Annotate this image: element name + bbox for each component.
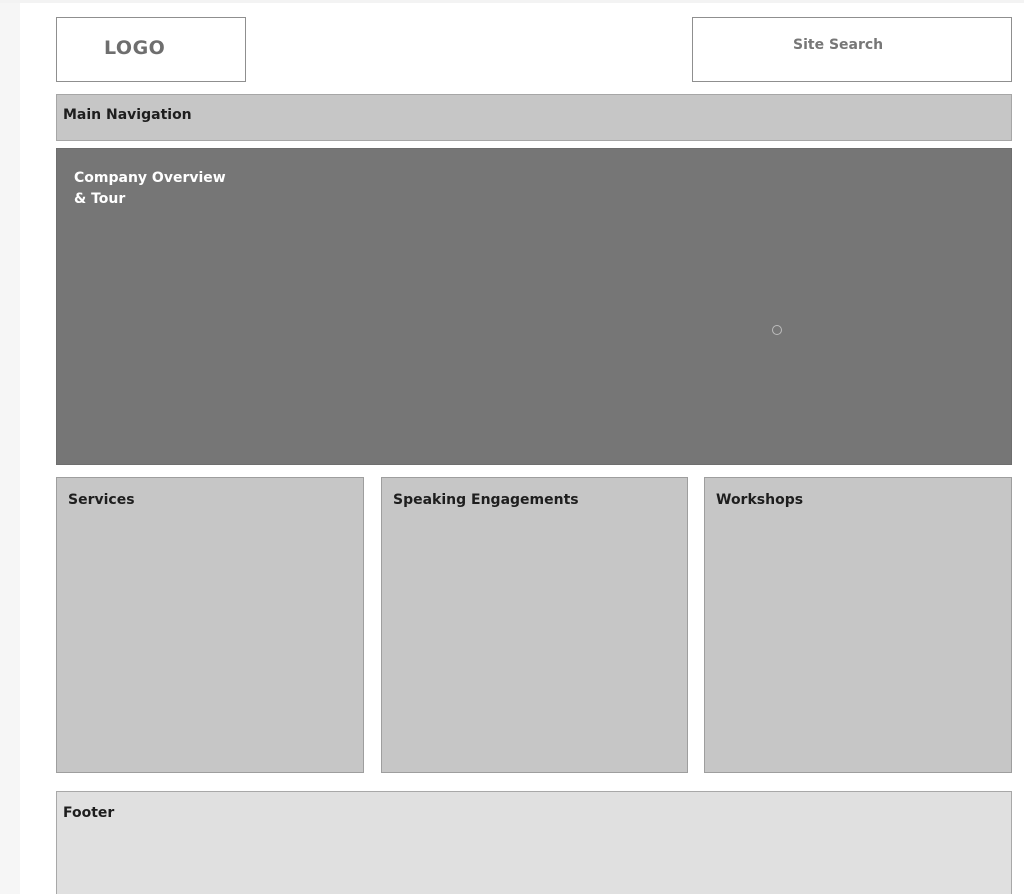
media-indicator-icon bbox=[772, 325, 782, 335]
logo-label: LOGO bbox=[104, 37, 166, 59]
speaking-engagements-panel[interactable]: Speaking Engagements bbox=[381, 477, 688, 773]
site-search-box[interactable]: Site Search bbox=[692, 17, 1012, 82]
left-margin-strip bbox=[0, 0, 20, 894]
hero-title-line-1: Company Overview bbox=[74, 170, 226, 186]
company-overview-hero[interactable]: Company Overview & Tour bbox=[56, 148, 1012, 465]
site-search-label: Site Search bbox=[793, 37, 884, 53]
speaking-engagements-title: Speaking Engagements bbox=[393, 492, 579, 508]
hero-title: Company Overview & Tour bbox=[74, 168, 226, 210]
wireframe-page: LOGO Site Search Main Navigation Company… bbox=[0, 0, 1024, 894]
logo-placeholder[interactable]: LOGO bbox=[56, 17, 246, 82]
workshops-title: Workshops bbox=[716, 492, 804, 508]
workshops-panel[interactable]: Workshops bbox=[704, 477, 1012, 773]
main-navigation-bar[interactable]: Main Navigation bbox=[56, 94, 1012, 141]
hero-title-line-2: & Tour bbox=[74, 191, 126, 207]
footer-panel: Footer bbox=[56, 791, 1012, 894]
services-panel[interactable]: Services bbox=[56, 477, 364, 773]
main-navigation-label: Main Navigation bbox=[63, 107, 192, 123]
footer-label: Footer bbox=[63, 805, 115, 821]
services-title: Services bbox=[68, 492, 135, 508]
top-margin-strip bbox=[0, 0, 1024, 3]
